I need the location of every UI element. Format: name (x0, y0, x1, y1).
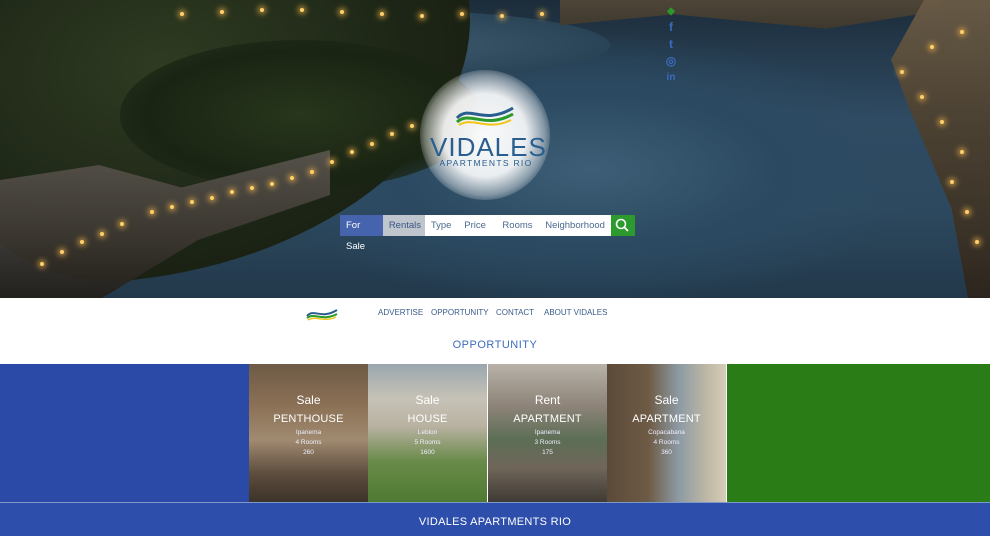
nav-opportunity[interactable]: OPPORTUNITY (431, 308, 489, 317)
city-light (540, 12, 544, 16)
city-light (500, 14, 504, 18)
listing-card[interactable]: Sale PENTHOUSE Ipanema 4 Rooms 260 (249, 364, 368, 502)
city-light (950, 180, 954, 184)
twitter-icon[interactable]: t (663, 36, 679, 52)
city-light (310, 170, 314, 174)
city-light (40, 262, 44, 266)
city-light (390, 132, 394, 136)
city-light (150, 210, 154, 214)
band-right (727, 364, 990, 502)
listing-card[interactable]: Rent APARTMENT Ipanema 3 Rooms 175 (488, 364, 607, 502)
city-light (960, 150, 964, 154)
hero-banner: VIDALES APARTMENTS RIO ◆ f t ◎ in For Sa… (0, 0, 990, 298)
city-light (420, 14, 424, 18)
listing-size: 360 (661, 449, 672, 456)
listing-card[interactable]: Sale HOUSE Leblon 5 Rooms 1600 (368, 364, 487, 502)
city-light (230, 190, 234, 194)
city-light (170, 205, 174, 209)
listing-rooms: 3 Rooms (534, 439, 561, 446)
band-left (0, 364, 249, 502)
listing-type: APARTMENT (513, 413, 582, 425)
main-nav: ADVERTISE OPPORTUNITY CONTACT ABOUT VIDA… (0, 298, 990, 329)
rooms-input[interactable]: Rooms (496, 215, 540, 236)
listing-kind: Sale (654, 393, 679, 407)
city-light (80, 240, 84, 244)
city-light (975, 240, 979, 244)
rentals-tab[interactable]: Rentals (382, 215, 425, 236)
linkedin-icon[interactable]: in (663, 70, 679, 86)
listing-type: HOUSE (407, 413, 448, 425)
type-select[interactable]: Type (424, 215, 459, 236)
listing-kind: Sale (296, 393, 321, 407)
listing-rooms: 4 Rooms (295, 439, 322, 446)
city-light (300, 8, 304, 12)
city-light (60, 250, 64, 254)
city-light (190, 200, 194, 204)
brazil-flag-icon[interactable]: ◆ (663, 4, 679, 18)
city-light (350, 150, 354, 154)
city-light (210, 196, 214, 200)
neighborhood-input[interactable]: Neighborhood (539, 215, 611, 236)
listing-kind: Sale (415, 393, 440, 407)
listing-rooms: 5 Rooms (414, 439, 441, 446)
city-light (270, 182, 274, 186)
listing-card[interactable]: Sale APARTMENT Copacabana 4 Rooms 360 (607, 364, 726, 502)
nav-contact[interactable]: CONTACT (496, 308, 534, 317)
city-light (290, 176, 294, 180)
instagram-icon[interactable]: ◎ (663, 53, 679, 69)
listing-area: Ipanema (534, 429, 561, 436)
section-title: OPPORTUNITY (0, 328, 990, 363)
footer: VIDALES APARTMENTS RIO (0, 503, 990, 536)
city-light (260, 8, 264, 12)
city-light (960, 30, 964, 34)
logo-subtitle: APARTMENTS RIO (439, 158, 533, 168)
city-light (330, 160, 334, 164)
city-light (965, 210, 969, 214)
listing-size: 175 (542, 449, 553, 456)
city-light (900, 70, 904, 74)
listing-meta: Ipanema 4 Rooms 260 (249, 428, 368, 458)
nav-logo-icon[interactable] (306, 306, 338, 322)
listing-rooms: 4 Rooms (653, 439, 680, 446)
city-light (250, 186, 254, 190)
listing-type: APARTMENT (632, 413, 701, 425)
city-light (380, 12, 384, 16)
city-light (180, 12, 184, 16)
listing-kind: Rent (534, 393, 561, 407)
city-right (891, 0, 990, 298)
search-icon (615, 218, 629, 232)
nav-advertise[interactable]: ADVERTISE (378, 308, 423, 317)
city-light (920, 95, 924, 99)
city-light (220, 10, 224, 14)
listing-size: 1600 (420, 449, 435, 456)
city-light (930, 45, 934, 49)
nav-about[interactable]: ABOUT VIDALES (544, 308, 607, 317)
city-light (120, 222, 124, 226)
city-light (460, 12, 464, 16)
top-shore (560, 0, 940, 29)
listing-type: PENTHOUSE (273, 413, 344, 425)
city-light (410, 124, 414, 128)
listing-size: 260 (303, 449, 314, 456)
listing-area: Ipanema (295, 429, 322, 436)
listing-meta: Ipanema 3 Rooms 175 (488, 428, 607, 458)
listing-area: Leblon (417, 429, 438, 436)
search-bar: For Sale Rentals Type Price Rooms Neighb… (340, 215, 635, 252)
listing-meta: Leblon 5 Rooms 1600 (368, 428, 487, 458)
social-links: ◆ f t ◎ in (663, 4, 679, 87)
city-light (370, 142, 374, 146)
city-light (100, 232, 104, 236)
search-button[interactable] (610, 215, 635, 236)
price-input[interactable]: Price (458, 215, 497, 236)
facebook-icon[interactable]: f (663, 19, 679, 35)
listing-area: Copacabana (648, 429, 685, 436)
listing-meta: Copacabana 4 Rooms 360 (607, 428, 726, 458)
city-light (940, 120, 944, 124)
city-light (340, 10, 344, 14)
for-sale-tab[interactable]: For Sale (340, 215, 383, 252)
logo-wave-icon (455, 106, 514, 126)
